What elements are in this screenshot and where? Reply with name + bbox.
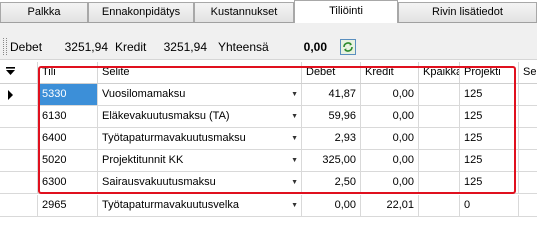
filter-icon — [6, 67, 15, 75]
cell-selite[interactable]: Työtapaturmavakuutusvelka ▼ — [98, 195, 302, 216]
row-selector[interactable] — [0, 150, 38, 171]
table-row[interactable]: 5020 Projektitunnit KK ▼ 325,00 0,00 125 — [0, 150, 537, 172]
tab-palkka[interactable]: Palkka — [0, 2, 88, 22]
cell-selite[interactable]: Vuosilomamaksu ▼ — [98, 84, 302, 105]
cell-kpaikka[interactable] — [419, 150, 460, 171]
cell-tili[interactable]: 5330 — [38, 84, 98, 105]
cell-projekti[interactable]: 125 — [460, 128, 519, 149]
dropdown-arrow-icon[interactable]: ▼ — [291, 195, 298, 216]
dropdown-arrow-icon[interactable]: ▼ — [291, 128, 298, 149]
cell-debet[interactable]: 0,00 — [302, 195, 361, 216]
cell-selite[interactable]: Projektitunnit KK ▼ — [98, 150, 302, 171]
table-row[interactable]: 6130 Eläkevakuutusmaksu (TA) ▼ 59,96 0,00… — [0, 106, 537, 128]
dropdown-arrow-icon[interactable]: ▼ — [291, 106, 298, 127]
cell-debet[interactable]: 2,50 — [302, 172, 361, 193]
cell-kpaikka[interactable] — [419, 172, 460, 193]
column-header-tili[interactable]: Tili — [38, 62, 98, 83]
row-selector[interactable] — [0, 128, 38, 149]
cell-projekti[interactable]: 125 — [460, 84, 519, 105]
cell-tili[interactable]: 6400 — [38, 128, 98, 149]
row-selector[interactable] — [0, 84, 38, 105]
cell-debet[interactable]: 2,93 — [302, 128, 361, 149]
refresh-icon — [343, 42, 353, 52]
debet-label: Debet — [10, 40, 43, 54]
cell-debet[interactable]: 59,96 — [302, 106, 361, 127]
table-row[interactable]: 6300 Sairausvakuutusmaksu ▼ 2,50 0,00 125 — [0, 172, 537, 194]
refresh-button[interactable] — [340, 39, 356, 55]
cell-selite-text: Sairausvakuutusmaksu — [102, 176, 216, 188]
cell-kredit[interactable]: 0,00 — [361, 172, 419, 193]
cell-selite-text: Eläkevakuutusmaksu (TA) — [102, 110, 230, 122]
tab-kustannukset[interactable]: Kustannukset — [194, 2, 294, 22]
cell-kpaikka[interactable] — [419, 195, 460, 216]
debet-value: 3251,94 — [64, 40, 108, 54]
cell-kredit[interactable]: 0,00 — [361, 106, 419, 127]
kredit-value: 3251,94 — [163, 40, 207, 54]
tab-strip: Palkka Ennakonpidätys Kustannukset Tiliö… — [0, 0, 537, 23]
dropdown-arrow-icon[interactable]: ▼ — [291, 172, 298, 193]
row-selector-header[interactable] — [0, 62, 38, 83]
cell-selite-text: Työtapaturmavakuutusvelka — [102, 199, 239, 211]
cell-projekti[interactable]: 0 — [460, 195, 519, 216]
column-header-se[interactable]: Se — [519, 62, 537, 83]
dropdown-arrow-icon[interactable]: ▼ — [291, 84, 298, 105]
total-label: Yhteensä — [218, 40, 269, 54]
cell-selite[interactable]: Sairausvakuutusmaksu ▼ — [98, 172, 302, 193]
cell-debet[interactable]: 325,00 — [302, 150, 361, 171]
table-row[interactable]: 2965 Työtapaturmavakuutusvelka ▼ 0,00 22,… — [0, 195, 537, 217]
cell-tili[interactable]: 2965 — [38, 195, 98, 216]
cell-projekti[interactable]: 125 — [460, 106, 519, 127]
tab-ennakonpidatys[interactable]: Ennakonpidätys — [88, 2, 194, 22]
cell-tili[interactable]: 5020 — [38, 150, 98, 171]
grid-header: Tili Selite Debet Kredit Kpaikka Projekt… — [0, 62, 537, 84]
table-row[interactable]: 5330 Vuosilomamaksu ▼ 41,87 0,00 125 — [0, 84, 537, 106]
cell-selite-text: Työtapaturmavakuutusmaksu — [102, 132, 246, 144]
cell-kredit[interactable]: 0,00 — [361, 128, 419, 149]
cell-tili[interactable]: 6300 — [38, 172, 98, 193]
column-header-debet[interactable]: Debet — [302, 62, 361, 83]
column-header-projekti[interactable]: Projekti — [460, 62, 519, 83]
cell-kredit[interactable]: 0,00 — [361, 84, 419, 105]
dropdown-arrow-icon[interactable]: ▼ — [291, 150, 298, 171]
cell-kredit[interactable]: 0,00 — [361, 150, 419, 171]
cell-selite-text: Projektitunnit KK — [102, 154, 184, 166]
column-header-selite[interactable]: Selite — [98, 62, 302, 83]
total-value: 0,00 — [303, 40, 327, 54]
summary-toolbar: Debet 3251,94 Kredit 3251,94 Yhteensä 0,… — [0, 23, 537, 60]
row-selector[interactable] — [0, 106, 38, 127]
cell-tili[interactable]: 6130 — [38, 106, 98, 127]
cell-projekti[interactable]: 125 — [460, 150, 519, 171]
cell-projekti[interactable]: 125 — [460, 172, 519, 193]
cell-debet[interactable]: 41,87 — [302, 84, 361, 105]
toolbar-grip — [3, 38, 7, 55]
table-row[interactable]: 6400 Työtapaturmavakuutusmaksu ▼ 2,93 0,0… — [0, 128, 537, 150]
cell-selite[interactable]: Työtapaturmavakuutusmaksu ▼ — [98, 128, 302, 149]
cell-kredit[interactable]: 22,01 — [361, 195, 419, 216]
cell-selite[interactable]: Eläkevakuutusmaksu (TA) ▼ — [98, 106, 302, 127]
cell-kpaikka[interactable] — [419, 128, 460, 149]
cell-kpaikka[interactable] — [419, 84, 460, 105]
row-selector[interactable] — [0, 172, 38, 193]
posting-grid: Tili Selite Debet Kredit Kpaikka Projekt… — [0, 62, 537, 217]
current-row-arrow-icon — [8, 90, 13, 100]
cell-kpaikka[interactable] — [419, 106, 460, 127]
column-header-kredit[interactable]: Kredit — [361, 62, 419, 83]
tab-tiliointi[interactable]: Tiliöinti — [294, 0, 398, 23]
tab-rivin-lisatiedot[interactable]: Rivin lisätiedot — [398, 2, 537, 22]
cell-selite-text: Vuosilomamaksu — [102, 88, 186, 100]
column-header-kpaikka[interactable]: Kpaikka — [419, 62, 460, 83]
kredit-label: Kredit — [115, 40, 147, 54]
row-selector[interactable] — [0, 195, 38, 216]
